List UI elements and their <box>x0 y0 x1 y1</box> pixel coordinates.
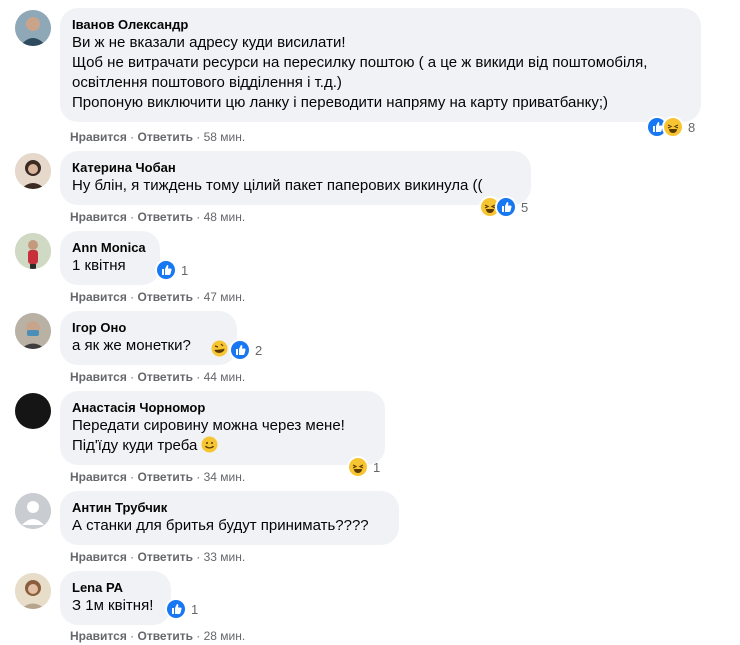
separator: · <box>126 210 138 224</box>
like-link[interactable]: Нравится <box>70 130 127 144</box>
reactions-summary[interactable]: 8 <box>648 117 695 137</box>
avatar[interactable] <box>15 573 51 609</box>
reply-link[interactable]: Ответить <box>138 470 193 484</box>
like-icon <box>497 198 515 216</box>
separator: · <box>126 470 138 484</box>
reactions-summary[interactable]: 1 <box>349 457 380 477</box>
comment-time[interactable]: 44 мин. <box>204 370 246 384</box>
comment-time[interactable]: 48 мин. <box>204 210 246 224</box>
comment-actions: Нравится · Ответить · 44 мин. <box>70 369 245 385</box>
separator: · <box>192 470 204 484</box>
reactions-summary[interactable]: 1 <box>167 599 198 619</box>
comment-text: Ну блін, я тиждень тому цілий пакет папе… <box>72 177 483 194</box>
like-link[interactable]: Нравится <box>70 290 127 304</box>
comment-bubble: Антин Трубчик А станки для бритья будут … <box>60 491 399 545</box>
haha-icon <box>664 118 682 136</box>
comment-bubble: Ann Monica 1 квітня <box>60 231 160 285</box>
reaction-count: 1 <box>191 601 199 617</box>
like-icon <box>167 600 185 618</box>
separator: · <box>192 629 204 643</box>
separator: · <box>126 629 138 643</box>
comment-time[interactable]: 28 мин. <box>204 629 246 643</box>
comment-bubble: Катерина Чобан Ну блін, я тиждень тому ц… <box>60 151 531 205</box>
like-link[interactable]: Нравится <box>70 370 127 384</box>
avatar[interactable] <box>15 10 51 46</box>
like-link[interactable]: Нравится <box>70 550 127 564</box>
separator: · <box>192 550 204 564</box>
comment-actions: Нравится · Ответить · 34 мин. <box>70 469 245 485</box>
comment-text: а як же монетки? <box>72 337 191 354</box>
like-icon <box>157 261 175 279</box>
like-link[interactable]: Нравится <box>70 210 127 224</box>
rofl-emoji-icon <box>211 340 228 357</box>
separator: · <box>126 550 138 564</box>
comment-author[interactable]: Антин Трубчик <box>72 499 387 516</box>
comment-time[interactable]: 34 мин. <box>204 470 246 484</box>
avatar[interactable] <box>15 153 51 189</box>
comment-author[interactable]: Ann Monica <box>72 239 148 256</box>
reactions-summary[interactable]: 1 <box>157 260 188 280</box>
separator: · <box>192 290 204 304</box>
reaction-count: 5 <box>521 199 529 215</box>
separator: · <box>126 130 138 144</box>
reactions-summary[interactable]: 5 <box>481 197 528 217</box>
comment-time[interactable]: 33 мин. <box>204 550 246 564</box>
comment-bubble: Lena PA З 1м квітня! <box>60 571 171 625</box>
comment-time[interactable]: 47 мин. <box>204 290 246 304</box>
comment-actions: Нравится · Ответить · 47 мин. <box>70 289 245 305</box>
comment-text: Передати сировину можна через мене! Під'… <box>72 416 373 456</box>
reaction-count: 8 <box>688 119 696 135</box>
reaction-count: 1 <box>181 262 189 278</box>
avatar[interactable] <box>15 393 51 429</box>
like-link[interactable]: Нравится <box>70 470 127 484</box>
comment-actions: Нравится · Ответить · 58 мин. <box>70 129 245 145</box>
reaction-count: 1 <box>373 459 381 475</box>
reply-link[interactable]: Ответить <box>138 290 193 304</box>
comment-bubble: Анастасія Чорномор Передати сировину мож… <box>60 391 385 465</box>
comment-author[interactable]: Катерина Чобан <box>72 159 519 176</box>
comment-bubble: Іванов Олександр Ви ж не вказали адресу … <box>60 8 701 122</box>
reply-link[interactable]: Ответить <box>138 550 193 564</box>
like-link[interactable]: Нравится <box>70 629 127 643</box>
reaction-count: 2 <box>255 342 263 358</box>
haha-icon <box>349 458 367 476</box>
comment-actions: Нравится · Ответить · 48 мин. <box>70 209 245 225</box>
avatar[interactable] <box>15 493 51 529</box>
reply-link[interactable]: Ответить <box>138 370 193 384</box>
reactions-summary[interactable]: 2 <box>231 340 262 360</box>
avatar[interactable] <box>15 233 51 269</box>
separator: · <box>126 370 138 384</box>
comment-author[interactable]: Іванов Олександр <box>72 16 689 33</box>
comment-text: 1 квітня <box>72 257 126 274</box>
comment-author[interactable]: Ігор Оно <box>72 319 225 336</box>
reply-link[interactable]: Ответить <box>138 130 193 144</box>
reply-link[interactable]: Ответить <box>138 210 193 224</box>
smile-emoji-icon <box>201 436 218 453</box>
comment-author[interactable]: Анастасія Чорномор <box>72 399 373 416</box>
separator: · <box>192 130 204 144</box>
comment-actions: Нравится · Ответить · 28 мин. <box>70 628 245 644</box>
comment-actions: Нравится · Ответить · 33 мин. <box>70 549 245 565</box>
separator: · <box>126 290 138 304</box>
comment-text: З 1м квітня! <box>72 597 154 614</box>
comment-time[interactable]: 58 мин. <box>204 130 246 144</box>
comment-text: Ви ж не вказали адресу куди висилати! Що… <box>72 34 648 111</box>
reply-link[interactable]: Ответить <box>138 629 193 643</box>
avatar[interactable] <box>15 313 51 349</box>
comment-text: А станки для бритья будут принимать???? <box>72 517 369 534</box>
separator: · <box>192 370 204 384</box>
like-icon <box>231 341 249 359</box>
comment-author[interactable]: Lena PA <box>72 579 159 596</box>
separator: · <box>192 210 204 224</box>
